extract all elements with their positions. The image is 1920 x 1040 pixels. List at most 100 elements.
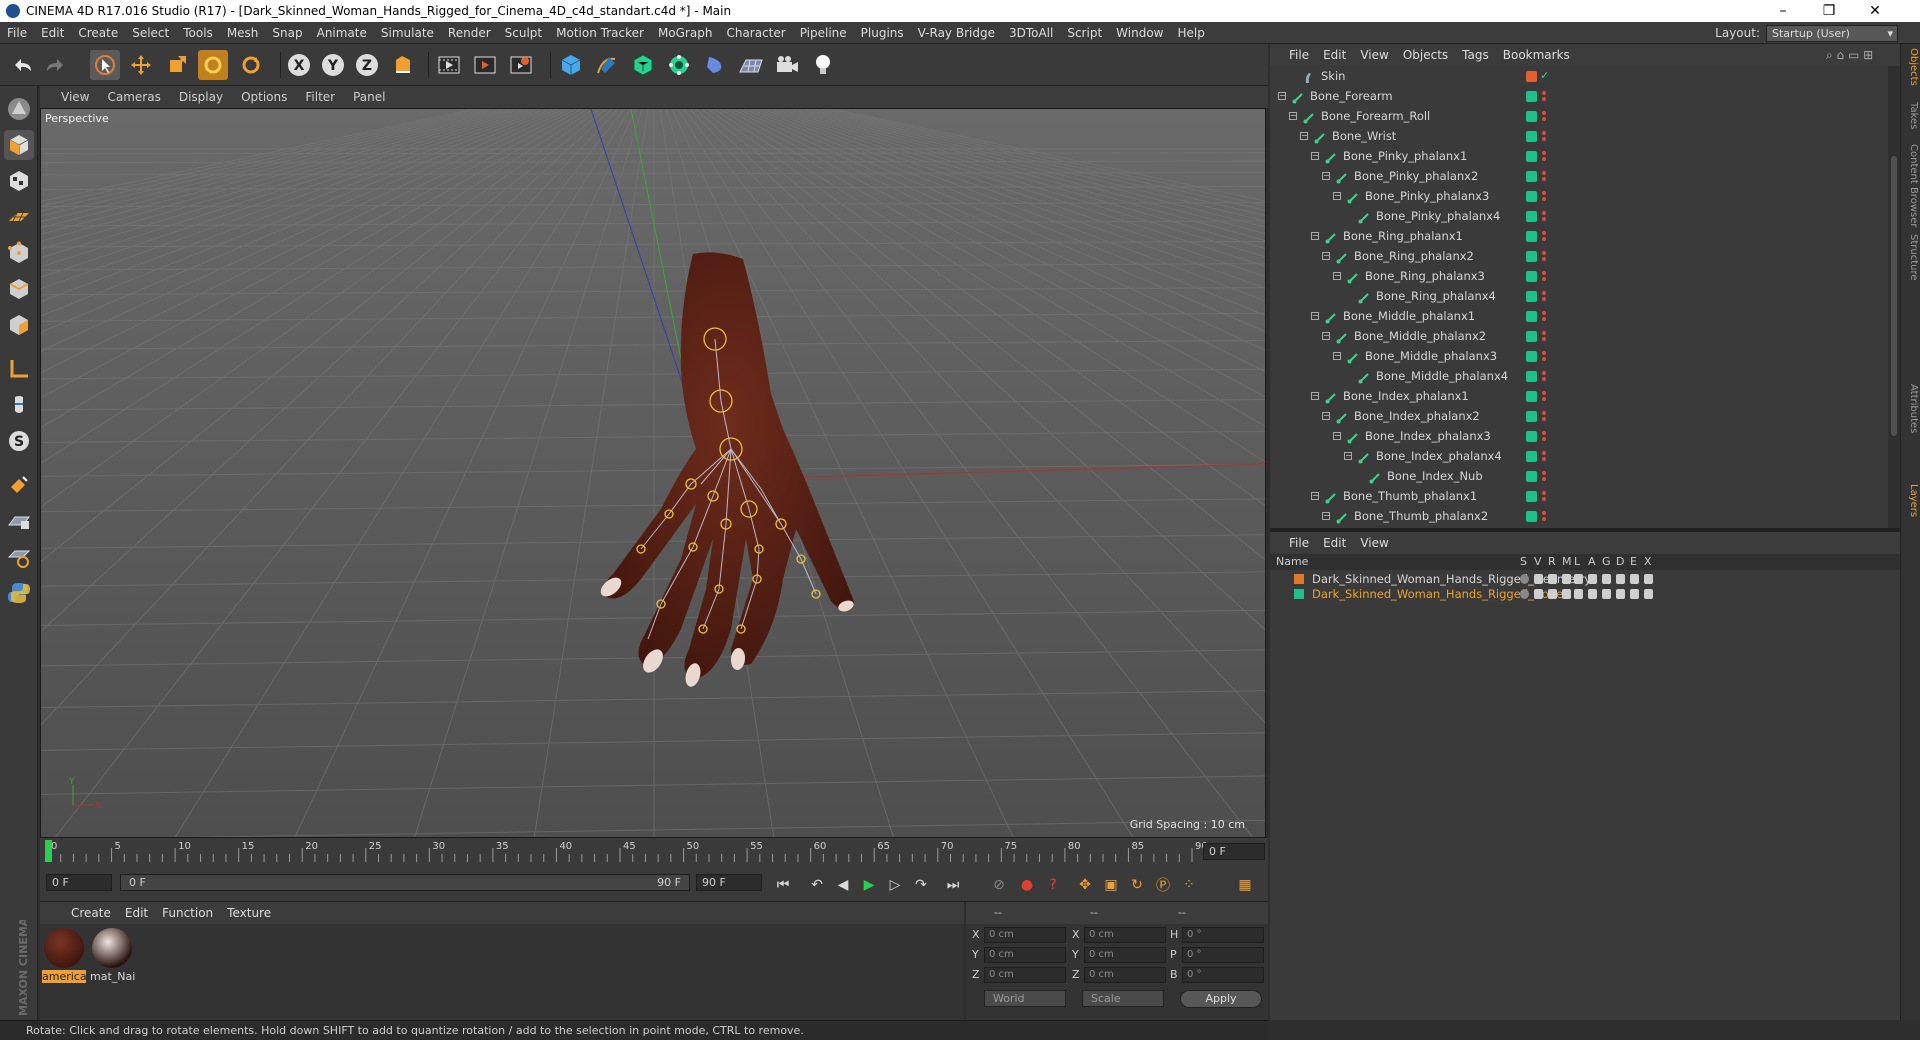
visibility-dots-icon[interactable] [1542, 150, 1546, 162]
layer-menu-file[interactable]: File [1282, 536, 1316, 550]
minimize-button[interactable]: – [1760, 0, 1806, 22]
layer-flag-r-icon[interactable] [1548, 589, 1557, 599]
go-to-start-button[interactable]: ⏮ [772, 874, 794, 896]
make-editable-button[interactable] [4, 94, 34, 124]
visibility-dots-icon[interactable] [1542, 430, 1546, 442]
object-row[interactable]: Bone_Ring_phalanx4 [1270, 286, 1888, 306]
menu-animate[interactable]: Animate [310, 26, 374, 40]
expand-toggle-icon[interactable]: − [1333, 352, 1341, 360]
object-tree-scrollbar[interactable] [1888, 66, 1900, 528]
layer-column-name[interactable]: Name [1276, 554, 1308, 570]
object-menu-view[interactable]: View [1353, 48, 1395, 62]
menu-help[interactable]: Help [1170, 26, 1211, 40]
layer-color-tag[interactable] [1526, 351, 1537, 362]
layer-color-tag[interactable] [1526, 251, 1537, 262]
coord-size-y-field[interactable]: 0 cm [1084, 947, 1166, 963]
material-america[interactable]: america [42, 928, 87, 983]
render-to-picture-viewer-button[interactable] [470, 50, 500, 80]
expand-toggle-icon[interactable]: − [1322, 252, 1330, 260]
layer-column-a[interactable]: A [1588, 554, 1596, 570]
visibility-dots-icon[interactable] [1542, 410, 1546, 422]
layer-color-tag[interactable] [1526, 91, 1537, 102]
go-to-next-key-button[interactable]: ↷ [910, 874, 932, 896]
expand-toggle-icon[interactable]: − [1333, 272, 1341, 280]
polygons-mode-button[interactable] [4, 310, 34, 340]
key-scale-button[interactable]: ▣ [1100, 874, 1122, 896]
visibility-dots-icon[interactable] [1542, 110, 1546, 122]
layer-flag-m-icon[interactable] [1562, 574, 1571, 584]
layer-flag-x-icon[interactable] [1644, 589, 1653, 599]
layer-column-l[interactable]: L [1574, 554, 1580, 570]
layer-flag-e-icon[interactable] [1630, 574, 1639, 584]
tweak-mode-button[interactable] [4, 390, 34, 420]
record-button[interactable]: ● [1016, 874, 1038, 896]
object-row[interactable]: − Bone_Middle_phalanx3 [1270, 346, 1888, 366]
menu-v-ray-bridge[interactable]: V-Ray Bridge [911, 26, 1002, 40]
object-row[interactable]: − Bone_Index_phalanx3 [1270, 426, 1888, 446]
layout-dropdown[interactable]: Startup (User) [1766, 24, 1898, 42]
object-row[interactable]: Bone_Middle_phalanx4 [1270, 366, 1888, 386]
menu-edit[interactable]: Edit [34, 26, 71, 40]
object-row[interactable]: − Bone_Wrist [1270, 126, 1888, 146]
expand-toggle-icon[interactable]: − [1311, 492, 1319, 500]
rotate-tool[interactable] [198, 50, 228, 80]
side-tab-attributes[interactable]: Attributes [1903, 384, 1919, 433]
layer-color-tag[interactable] [1526, 111, 1537, 122]
layer-color-tag[interactable] [1526, 491, 1537, 502]
coordinate-space-dropdown[interactable]: World [984, 990, 1066, 1007]
points-mode-button[interactable] [4, 238, 34, 268]
menu-window[interactable]: Window [1109, 26, 1170, 40]
object-row[interactable]: − Bone_Forearm_Roll [1270, 106, 1888, 126]
visibility-dots-icon[interactable] [1542, 130, 1546, 142]
visibility-dots-icon[interactable] [1542, 330, 1546, 342]
key-pla-button[interactable]: ⁘ [1178, 874, 1200, 896]
previous-frame-button[interactable]: ◀ [832, 874, 854, 896]
object-row[interactable]: Skin ✓ [1270, 66, 1888, 86]
layer-color-tag[interactable] [1526, 331, 1537, 342]
layer-flag-g-icon[interactable] [1602, 589, 1611, 599]
visibility-dots-icon[interactable] [1542, 510, 1546, 522]
material-menu-texture[interactable]: Texture [220, 906, 278, 920]
autokey-button[interactable]: ? [1042, 874, 1064, 896]
expand-toggle-icon[interactable]: − [1311, 312, 1319, 320]
menu-mesh[interactable]: Mesh [220, 26, 266, 40]
layer-flag-l-icon[interactable] [1574, 589, 1583, 599]
play-button[interactable]: ▶ [858, 874, 880, 896]
expand-toggle-icon[interactable]: − [1300, 132, 1308, 140]
coord-rot-h-field[interactable]: 0 ° [1182, 927, 1264, 943]
layer-flag-x-icon[interactable] [1644, 574, 1653, 584]
menu-render[interactable]: Render [441, 26, 498, 40]
expand-toggle-icon[interactable]: − [1311, 152, 1319, 160]
object-menu-tags[interactable]: Tags [1455, 48, 1496, 62]
visibility-dots-icon[interactable] [1542, 90, 1546, 102]
light-button[interactable] [808, 50, 838, 80]
layer-flag-a-icon[interactable] [1588, 589, 1597, 599]
object-row[interactable]: − Bone_Thumb_phalanx1 [1270, 486, 1888, 506]
expand-toggle-icon[interactable]: − [1322, 412, 1330, 420]
snapping-button[interactable]: S [4, 426, 34, 456]
coordinate-mode-dropdown[interactable]: Scale [1082, 990, 1164, 1007]
layer-color-tag[interactable] [1526, 271, 1537, 282]
layer-color-tag[interactable] [1526, 131, 1537, 142]
material-menu-edit[interactable]: Edit [118, 906, 155, 920]
layer-flag-v-icon[interactable] [1534, 574, 1543, 584]
side-tab-layers[interactable]: Layers [1903, 484, 1919, 517]
coord-pos-y-field[interactable]: 0 cm [984, 947, 1066, 963]
viewport-menu-options[interactable]: Options [232, 90, 296, 104]
layer-column-d[interactable]: D [1616, 554, 1624, 570]
menu-character[interactable]: Character [719, 26, 792, 40]
array-cloner-button[interactable] [664, 50, 694, 80]
layer-column-e[interactable]: E [1630, 554, 1637, 570]
layer-color-tag[interactable] [1526, 231, 1537, 242]
visibility-dots-icon[interactable] [1542, 470, 1546, 482]
redo-button[interactable] [40, 50, 70, 80]
layer-row[interactable]: Dark_Skinned_Woman_Hands_Rigged_Bones [1270, 587, 1900, 602]
layer-color-tag[interactable] [1526, 411, 1537, 422]
menu-sculpt[interactable]: Sculpt [498, 26, 549, 40]
layer-menu-view[interactable]: View [1353, 536, 1395, 550]
layer-color-tag[interactable] [1526, 311, 1537, 322]
object-row[interactable]: − Bone_Index_phalanx1 [1270, 386, 1888, 406]
coord-rot-b-field[interactable]: 0 ° [1182, 967, 1264, 983]
expand-toggle-icon[interactable]: − [1278, 92, 1286, 100]
layer-flag-e-icon[interactable] [1630, 589, 1639, 599]
